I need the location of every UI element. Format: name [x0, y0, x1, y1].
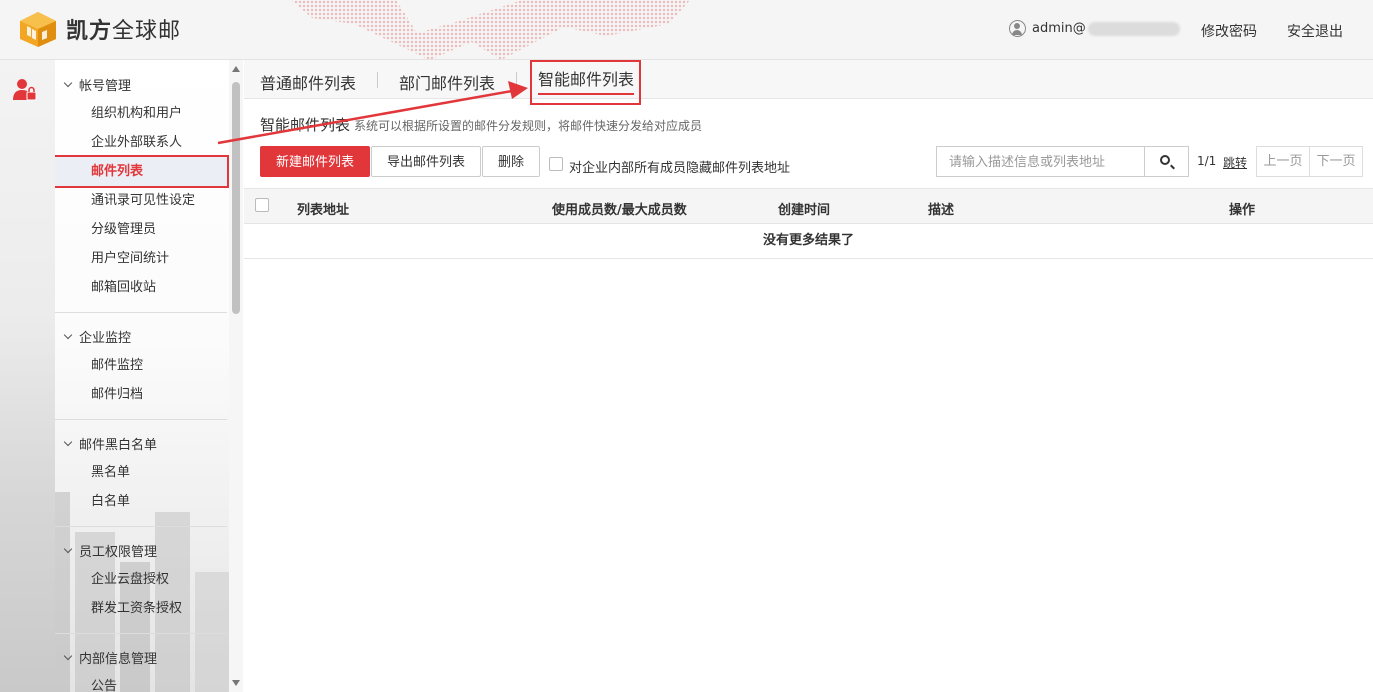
- tab-smart-list[interactable]: 智能邮件列表: [530, 60, 642, 105]
- export-mail-list-button[interactable]: 导出邮件列表: [371, 146, 482, 177]
- sidebar-item-cloud-auth[interactable]: 企业云盘授权: [55, 565, 242, 594]
- logo-cube-icon: [20, 12, 56, 47]
- world-map-decoration: [291, 0, 690, 59]
- prev-page-button[interactable]: 上一页: [1256, 146, 1310, 177]
- user-avatar-icon: [1009, 20, 1026, 37]
- chevron-down-icon: [63, 78, 73, 88]
- select-all-checkbox[interactable]: [255, 198, 269, 212]
- tab-dept-list[interactable]: 部门邮件列表: [399, 70, 495, 94]
- sidebar-item-mail-list[interactable]: 邮件列表: [55, 155, 229, 188]
- tab-normal-list[interactable]: 普通邮件列表: [260, 70, 356, 94]
- nav-group-label: 邮件黑白名单: [79, 438, 158, 453]
- nav-group-label: 内部信息管理: [79, 652, 158, 667]
- sidebar-item-announcement[interactable]: 公告: [55, 672, 242, 692]
- table-header: 列表地址 使用成员数/最大成员数 创建时间 描述 操作: [244, 188, 1373, 224]
- column-header: 描述: [928, 203, 955, 218]
- page-indicator: 1/1: [1197, 154, 1217, 168]
- column-header: 使用成员数/最大成员数: [552, 203, 687, 218]
- app-name: 凯方全球邮: [66, 19, 182, 44]
- chevron-down-icon: [63, 651, 73, 661]
- hide-address-checkbox[interactable]: [549, 157, 563, 171]
- sidebar-item-mail-monitor[interactable]: 邮件监控: [55, 351, 242, 380]
- icon-rail: [0, 60, 55, 692]
- sidebar-scrollbar[interactable]: [229, 60, 243, 692]
- nav-group-label: 帐号管理: [79, 79, 132, 94]
- section-heading: 智能邮件列表 系统可以根据所设置的邮件分发规则，将邮件快速分发给对应成员: [260, 114, 702, 135]
- chevron-down-icon: [63, 330, 73, 340]
- app-logo[interactable]: 凯方全球邮: [18, 10, 181, 48]
- delete-button[interactable]: 删除: [482, 146, 541, 177]
- nav-group-monitor[interactable]: 企业监控: [55, 322, 242, 351]
- sidebar-item-payslip-auth[interactable]: 群发工资条授权: [55, 594, 242, 623]
- column-header: 创建时间: [778, 203, 831, 218]
- nav-group-label: 企业监控: [79, 331, 132, 346]
- scroll-thumb[interactable]: [232, 82, 240, 314]
- section-title: 智能邮件列表: [260, 116, 351, 134]
- sidebar-nav: 帐号管理 组织机构和用户 企业外部联系人 邮件列表 通讯录可见性设定 分级管理员…: [55, 60, 243, 692]
- tab-separator: [377, 72, 378, 88]
- sidebar-item-recycle-bin[interactable]: 邮箱回收站: [55, 273, 242, 302]
- scroll-up-arrow-icon[interactable]: [232, 66, 240, 72]
- scroll-down-arrow-icon[interactable]: [232, 680, 240, 686]
- jump-link[interactable]: 跳转: [1223, 154, 1247, 171]
- nav-group-internal-info[interactable]: 内部信息管理: [55, 643, 242, 672]
- sidebar-item-address-visibility[interactable]: 通讯录可见性设定: [55, 186, 242, 215]
- active-tab-underline: [538, 93, 635, 95]
- user-name: admin@: [1032, 21, 1086, 36]
- sidebar-item-external-contacts[interactable]: 企业外部联系人: [55, 128, 242, 157]
- tab-bar: 普通邮件列表 部门邮件列表 智能邮件列表: [244, 60, 1373, 105]
- search-input[interactable]: [937, 147, 1143, 176]
- sidebar-item-space-stats[interactable]: 用户空间统计: [55, 244, 242, 273]
- search-box: [936, 146, 1189, 177]
- search-icon: [1160, 155, 1170, 165]
- sidebar-item-whitelist[interactable]: 白名单: [55, 487, 242, 516]
- nav-group-permissions[interactable]: 员工权限管理: [55, 536, 242, 565]
- sidebar-item-sub-admin[interactable]: 分级管理员: [55, 215, 242, 244]
- chevron-down-icon: [63, 437, 73, 447]
- sidebar-item-blacklist[interactable]: 黑名单: [55, 458, 242, 487]
- nav-group-account[interactable]: 帐号管理: [55, 70, 242, 99]
- nav-group-label: 员工权限管理: [79, 545, 158, 560]
- sidebar-item-mail-archive[interactable]: 邮件归档: [55, 380, 242, 409]
- admin-user-lock-icon[interactable]: [13, 78, 37, 102]
- new-mail-list-button[interactable]: 新建邮件列表: [260, 146, 371, 177]
- redacted-domain: [1087, 21, 1180, 36]
- main-content: 普通邮件列表 部门邮件列表 智能邮件列表 智能邮件列表 系统可以根据所设置的邮件分…: [244, 60, 1373, 692]
- section-subtitle: 系统可以根据所设置的邮件分发规则，将邮件快速分发给对应成员: [354, 119, 703, 133]
- chevron-down-icon: [63, 544, 73, 554]
- sidebar-item-org-users[interactable]: 组织机构和用户: [55, 99, 242, 128]
- column-header: 列表地址: [297, 203, 350, 218]
- top-header: 凯方全球邮 admin@ 修改密码 安全退出: [0, 0, 1373, 60]
- logout-link[interactable]: 安全退出: [1287, 21, 1343, 41]
- tab-separator: [516, 72, 517, 88]
- user-account[interactable]: admin@: [1009, 20, 1180, 37]
- column-header: 操作: [1229, 203, 1256, 218]
- tab-smart-list-label: 智能邮件列表: [538, 70, 635, 89]
- change-password-link[interactable]: 修改密码: [1201, 21, 1257, 41]
- empty-result-row: 没有更多结果了: [244, 224, 1373, 259]
- hide-address-label: 对企业内部所有成员隐藏邮件列表地址: [569, 161, 791, 176]
- next-page-button[interactable]: 下一页: [1309, 146, 1363, 177]
- search-button[interactable]: [1144, 147, 1188, 176]
- nav-group-blackwhite[interactable]: 邮件黑白名单: [55, 429, 242, 458]
